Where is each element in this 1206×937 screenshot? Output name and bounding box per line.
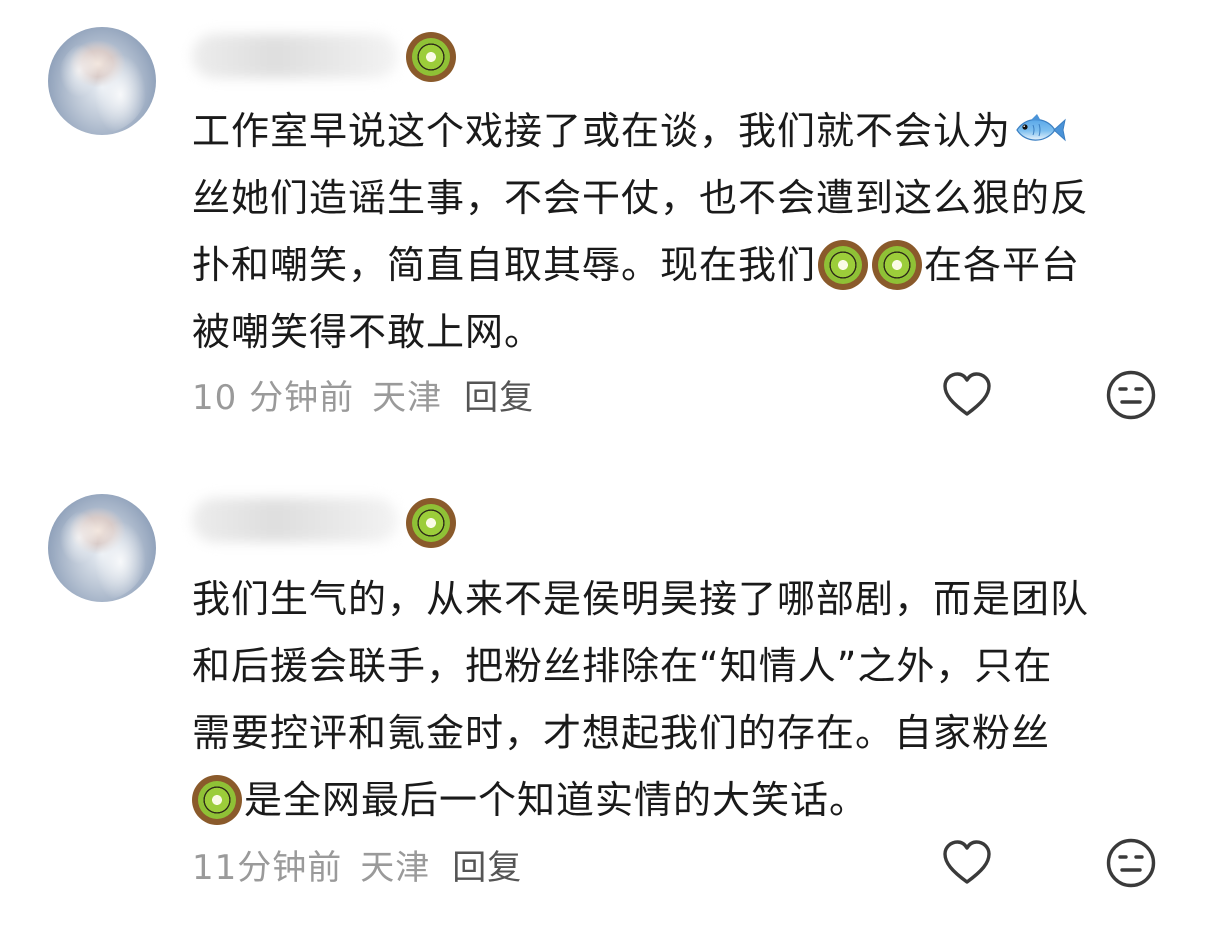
meh-face-icon[interactable] — [1104, 368, 1158, 422]
kiwi-icon — [818, 239, 869, 290]
comment-time: 11分钟前 — [192, 848, 343, 888]
comment-time: 10 分钟前 — [192, 378, 355, 418]
comment-item: 工作室早说这个戏接了或在谈，我们就不会认为 丝她们造谣生事，不会干仗，也不会遭到… — [0, 0, 1206, 470]
kiwi-icon — [192, 774, 242, 825]
avatar[interactable] — [48, 27, 156, 135]
heart-outline-icon[interactable] — [940, 836, 994, 890]
kiwi-icon — [406, 32, 456, 82]
comment-meta: 10 分钟前 天津 回复 — [192, 370, 534, 419]
comment-line: 扑和嘲笑，简直自取其辱。现在我们 在各平台 — [192, 232, 1162, 299]
comment-line: 被嘲笑得不敢上网。 — [192, 310, 544, 354]
comment-line: 丝她们造谣生事，不会干仗，也不会遭到这么狠的反 — [192, 176, 1090, 220]
avatar[interactable] — [48, 494, 156, 602]
kiwi-icon — [872, 239, 923, 290]
comment-item: 我们生气的，从来不是侯明昊接了哪部剧，而是团队 和后援会联手，把粉丝排除在“知情… — [0, 470, 1206, 937]
comment-location: 天津 — [360, 848, 431, 888]
comment-meta: 11分钟前 天津 回复 — [192, 840, 522, 889]
comment-line: 需要控评和氪金时，才想起我们的存在。自家粉丝 — [192, 711, 1051, 755]
reply-button[interactable]: 回复 — [464, 378, 534, 418]
comment-text: 工作室早说这个戏接了或在谈，我们就不会认为 丝她们造谣生事，不会干仗，也不会遭到… — [192, 98, 1162, 366]
meh-face-icon[interactable] — [1104, 836, 1158, 890]
username-blurred[interactable] — [192, 498, 398, 542]
username-blurred[interactable] — [192, 34, 398, 78]
comment-line: 和后援会联手，把粉丝排除在“知情人”之外，只在 — [192, 644, 1053, 688]
comment-location: 天津 — [372, 378, 443, 418]
comment-line: 是全网最后一个知道实情的大笑话。 — [192, 767, 1162, 834]
reply-button[interactable]: 回复 — [452, 848, 522, 888]
comment-line: 工作室早说这个戏接了或在谈，我们就不会认为 — [192, 98, 1162, 165]
kiwi-icon — [406, 498, 456, 548]
comment-text: 我们生气的，从来不是侯明昊接了哪部剧，而是团队 和后援会联手，把粉丝排除在“知情… — [192, 566, 1162, 834]
comment-line: 我们生气的，从来不是侯明昊接了哪部剧，而是团队 — [192, 577, 1090, 621]
heart-outline-icon[interactable] — [940, 368, 994, 422]
fish-icon — [1016, 113, 1066, 141]
